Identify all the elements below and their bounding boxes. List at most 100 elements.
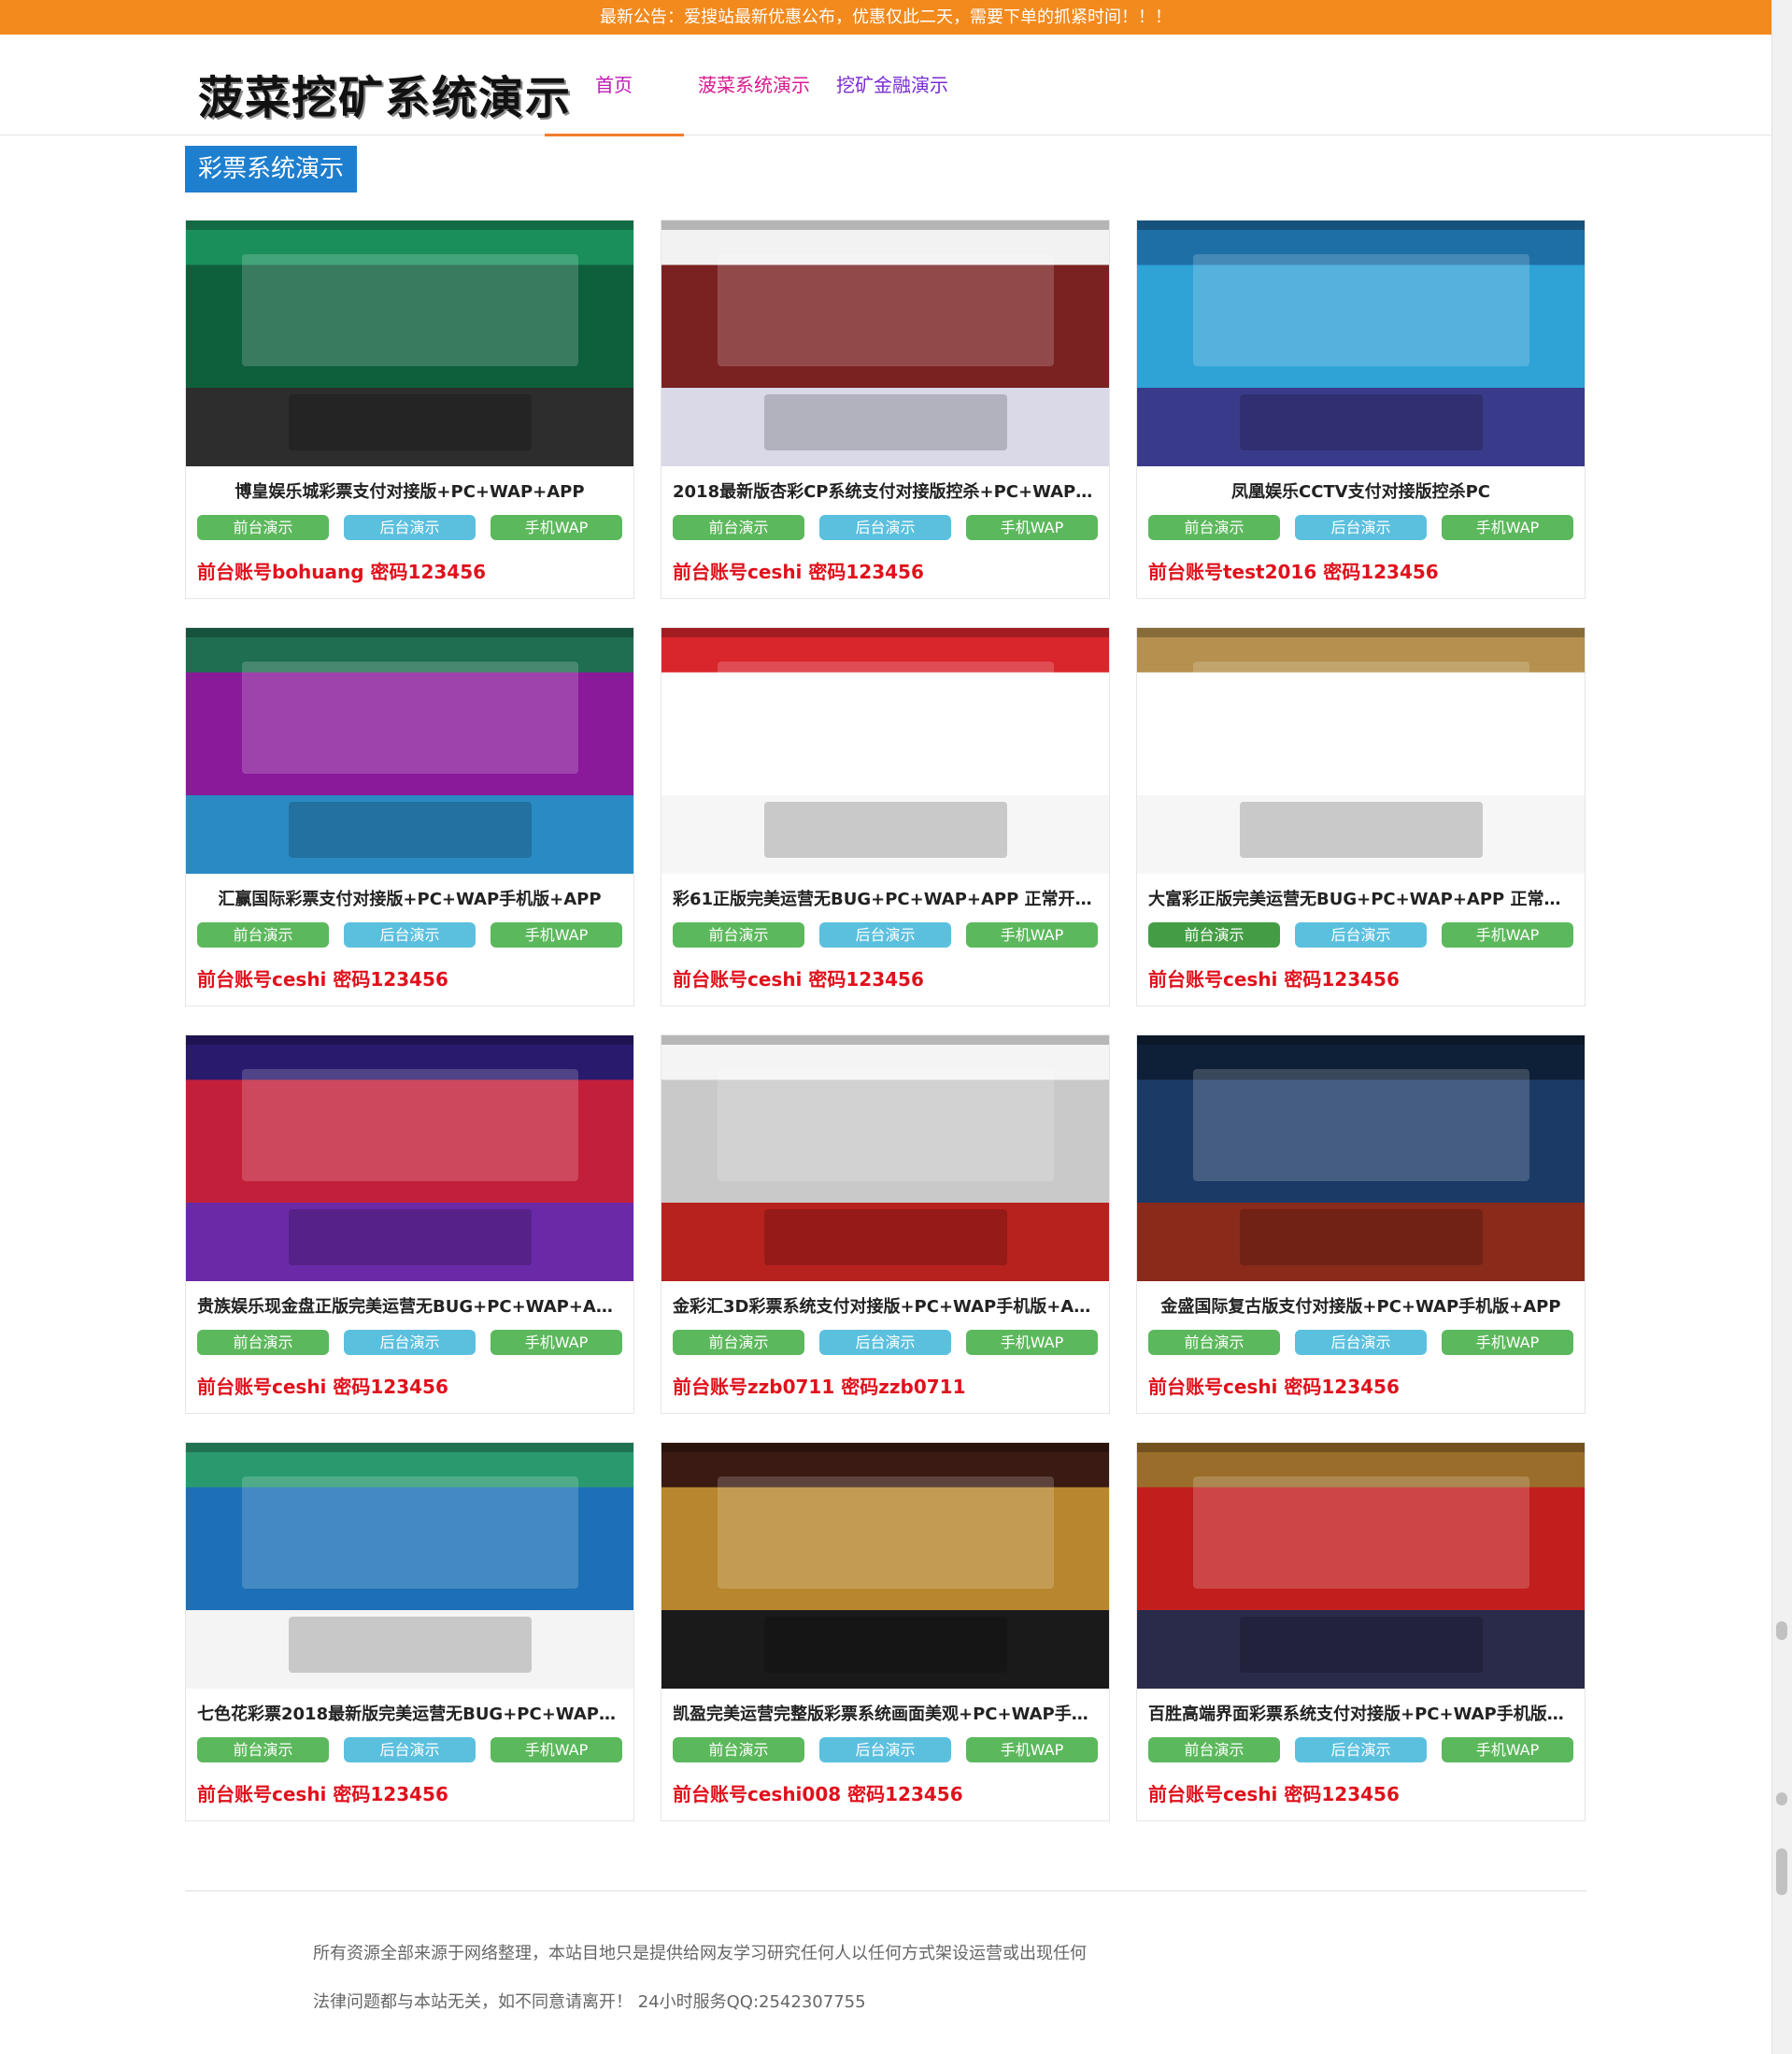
frontend-demo-button[interactable]: 前台演示 xyxy=(197,1330,329,1355)
product-title[interactable]: 博皇娱乐城彩票支付对接版+PC+WAP+APP xyxy=(186,478,633,503)
backend-demo-button[interactable]: 后台演示 xyxy=(819,515,951,540)
backend-demo-button[interactable]: 后台演示 xyxy=(1295,1330,1427,1355)
demo-account-info: 前台账号ceshi008 密码123456 xyxy=(673,1783,963,1805)
mobile-wap-button[interactable]: 手机WAP xyxy=(966,515,1098,540)
product-screenshot[interactable] xyxy=(1137,1035,1585,1281)
nav-item-home[interactable]: 首页 xyxy=(545,35,684,136)
nav-item-mining-demo[interactable]: 挖矿金融演示 xyxy=(836,35,948,136)
frontend-demo-button[interactable]: 前台演示 xyxy=(673,1330,804,1355)
product-card: 金盛国际复古版支付对接版+PC+WAP手机版+APP 前台演示 后台演示 手机WAP 前… xyxy=(1136,1034,1586,1414)
product-title[interactable]: 2018最新版杏彩CP系统支付对接版控杀+PC+WAP手机版 xyxy=(661,478,1109,503)
mobile-wap-button[interactable]: 手机WAP xyxy=(491,1737,622,1762)
product-screenshot[interactable] xyxy=(186,628,633,874)
product-screenshot[interactable] xyxy=(661,628,1109,874)
backend-demo-button[interactable]: 后台演示 xyxy=(819,922,951,948)
mobile-wap-button[interactable]: 手机WAP xyxy=(491,515,622,540)
demo-buttons: 前台演示 后台演示 手机WAP xyxy=(673,1737,1098,1762)
mobile-wap-button[interactable]: 手机WAP xyxy=(491,922,622,948)
frontend-demo-button[interactable]: 前台演示 xyxy=(673,1737,804,1762)
product-screenshot[interactable] xyxy=(186,1443,633,1689)
product-screenshot[interactable] xyxy=(186,221,633,466)
mobile-wap-button[interactable]: 手机WAP xyxy=(1442,1737,1573,1762)
product-title[interactable]: 彩61正版完美运营无BUG+PC+WAP+APP 正常开奖采集 xyxy=(661,886,1109,910)
backend-demo-button[interactable]: 后台演示 xyxy=(1295,1737,1427,1762)
demo-buttons: 前台演示 后台演示 手机WAP xyxy=(1148,515,1573,540)
product-title[interactable]: 百胜高端界面彩票系统支付对接版+PC+WAP手机版+APP xyxy=(1137,1701,1585,1725)
frontend-demo-button[interactable]: 前台演示 xyxy=(197,1737,329,1762)
section-title: 彩票系统演示 xyxy=(185,146,358,193)
product-title[interactable]: 七色花彩票2018最新版完美运营无BUG+PC+WAP手机版+APP xyxy=(186,1701,633,1725)
screenshot-content-panel xyxy=(764,802,1007,858)
screenshot-banner-panel xyxy=(242,254,578,366)
demo-buttons: 前台演示 后台演示 手机WAP xyxy=(1148,1737,1573,1762)
frontend-demo-button[interactable]: 前台演示 xyxy=(1148,1737,1280,1762)
frontend-demo-button[interactable]: 前台演示 xyxy=(1148,515,1280,540)
demo-account-info: 前台账号ceshi 密码123456 xyxy=(1148,968,1400,991)
product-card: 七色花彩票2018最新版完美运营无BUG+PC+WAP手机版+APP 前台演示后台… xyxy=(185,1442,634,1821)
product-title[interactable]: 凯盈完美运营完整版彩票系统画面美观+PC+WAP手机版 xyxy=(661,1701,1109,1725)
screenshot-content-panel xyxy=(289,394,532,450)
product-title[interactable]: 大富彩正版完美运营无BUG+PC+WAP+APP 正常开奖采集 xyxy=(1137,886,1585,910)
demo-account-info: 前台账号ceshi 密码123456 xyxy=(673,968,924,991)
screenshot-content-panel xyxy=(289,802,532,858)
demo-buttons: 前台演示 后台演示 手机WAP xyxy=(197,1737,622,1762)
screenshot-banner-panel xyxy=(718,662,1054,774)
backend-demo-button[interactable]: 后台演示 xyxy=(819,1737,951,1762)
demo-account-info: 前台账号ceshi 密码123456 xyxy=(1148,1783,1400,1805)
backend-demo-button[interactable]: 后台演示 xyxy=(344,1330,476,1355)
product-screenshot[interactable] xyxy=(661,221,1109,466)
frontend-demo-button[interactable]: 前台演示 xyxy=(673,515,804,540)
demo-buttons: 前台演示 后台演示 手机WAP xyxy=(673,922,1098,948)
screenshot-topbar xyxy=(661,1035,1109,1045)
demo-buttons: 前台演示 后台演示 手机WAP xyxy=(1148,1330,1573,1355)
site-logo[interactable]: 菠菜挖矿系统演示 xyxy=(198,61,572,126)
frontend-demo-button[interactable]: 前台演示 xyxy=(1148,1330,1280,1355)
demo-account-info: 前台账号zzb0711 密码zzb0711 xyxy=(673,1376,966,1398)
mobile-wap-button[interactable]: 手机WAP xyxy=(1442,1330,1573,1355)
screenshot-content-panel xyxy=(1240,394,1483,450)
screenshot-content-panel xyxy=(764,394,1007,450)
product-title[interactable]: 凤凰娱乐CCTV支付对接版控杀PC xyxy=(1137,478,1585,503)
product-screenshot[interactable] xyxy=(1137,221,1585,466)
backend-demo-button[interactable]: 后台演示 xyxy=(344,1737,476,1762)
backend-demo-button[interactable]: 后台演示 xyxy=(1295,515,1427,540)
frontend-demo-button[interactable]: 前台演示 xyxy=(197,922,329,948)
product-screenshot[interactable] xyxy=(1137,1443,1585,1689)
screenshot-banner-panel xyxy=(1193,1069,1529,1181)
backend-demo-button[interactable]: 后台演示 xyxy=(344,515,476,540)
page-scrollbar[interactable] xyxy=(1771,0,1792,2054)
demo-account-info: 前台账号bohuang 密码123456 xyxy=(197,561,487,583)
frontend-demo-button[interactable]: 前台演示 xyxy=(673,922,804,948)
mobile-wap-button[interactable]: 手机WAP xyxy=(966,1330,1098,1355)
demo-account-info: 前台账号ceshi 密码123456 xyxy=(197,1783,448,1805)
product-title[interactable]: 金彩汇3D彩票系统支付对接版+PC+WAP手机版+APP xyxy=(661,1293,1109,1318)
scrollbar-marker xyxy=(1776,1848,1787,1895)
mobile-wap-button[interactable]: 手机WAP xyxy=(966,1737,1098,1762)
mobile-wap-button[interactable]: 手机WAP xyxy=(491,1330,622,1355)
backend-demo-button[interactable]: 后台演示 xyxy=(344,922,476,948)
screenshot-banner-panel xyxy=(718,254,1054,366)
demo-buttons: 前台演示 后台演示 手机WAP xyxy=(673,1330,1098,1355)
product-screenshot[interactable] xyxy=(1137,628,1585,874)
demo-account-info: 前台账号ceshi 密码123456 xyxy=(197,1376,448,1398)
screenshot-content-panel xyxy=(1240,1209,1483,1265)
site-header: 菠菜挖矿系统演示 首页 菠菜系统演示 挖矿金融演示 xyxy=(0,35,1771,136)
mobile-wap-button[interactable]: 手机WAP xyxy=(1442,922,1573,948)
product-title[interactable]: 汇赢国际彩票支付对接版+PC+WAP手机版+APP xyxy=(186,886,633,910)
backend-demo-button[interactable]: 后台演示 xyxy=(819,1330,951,1355)
backend-demo-button[interactable]: 后台演示 xyxy=(1295,922,1427,948)
screenshot-banner-panel xyxy=(242,662,578,774)
nav-item-lottery-demo[interactable]: 菠菜系统演示 xyxy=(684,35,836,136)
screenshot-topbar xyxy=(1137,1035,1585,1045)
mobile-wap-button[interactable]: 手机WAP xyxy=(966,922,1098,948)
frontend-demo-button[interactable]: 前台演示 xyxy=(197,515,329,540)
product-screenshot[interactable] xyxy=(186,1035,633,1281)
product-screenshot[interactable] xyxy=(661,1443,1109,1689)
product-title[interactable]: 贵族娱乐现金盘正版完美运营无BUG+PC+WAP+APP 正常开奖采集 xyxy=(186,1293,633,1318)
product-screenshot[interactable] xyxy=(661,1035,1109,1281)
product-card: 百胜高端界面彩票系统支付对接版+PC+WAP手机版+APP 前台演示 后台演示 手机W… xyxy=(1136,1442,1586,1821)
scrollbar-thumb[interactable] xyxy=(1776,1621,1787,1640)
frontend-demo-button[interactable]: 前台演示 xyxy=(1148,922,1280,948)
product-title[interactable]: 金盛国际复古版支付对接版+PC+WAP手机版+APP xyxy=(1137,1293,1585,1318)
mobile-wap-button[interactable]: 手机WAP xyxy=(1442,515,1573,540)
